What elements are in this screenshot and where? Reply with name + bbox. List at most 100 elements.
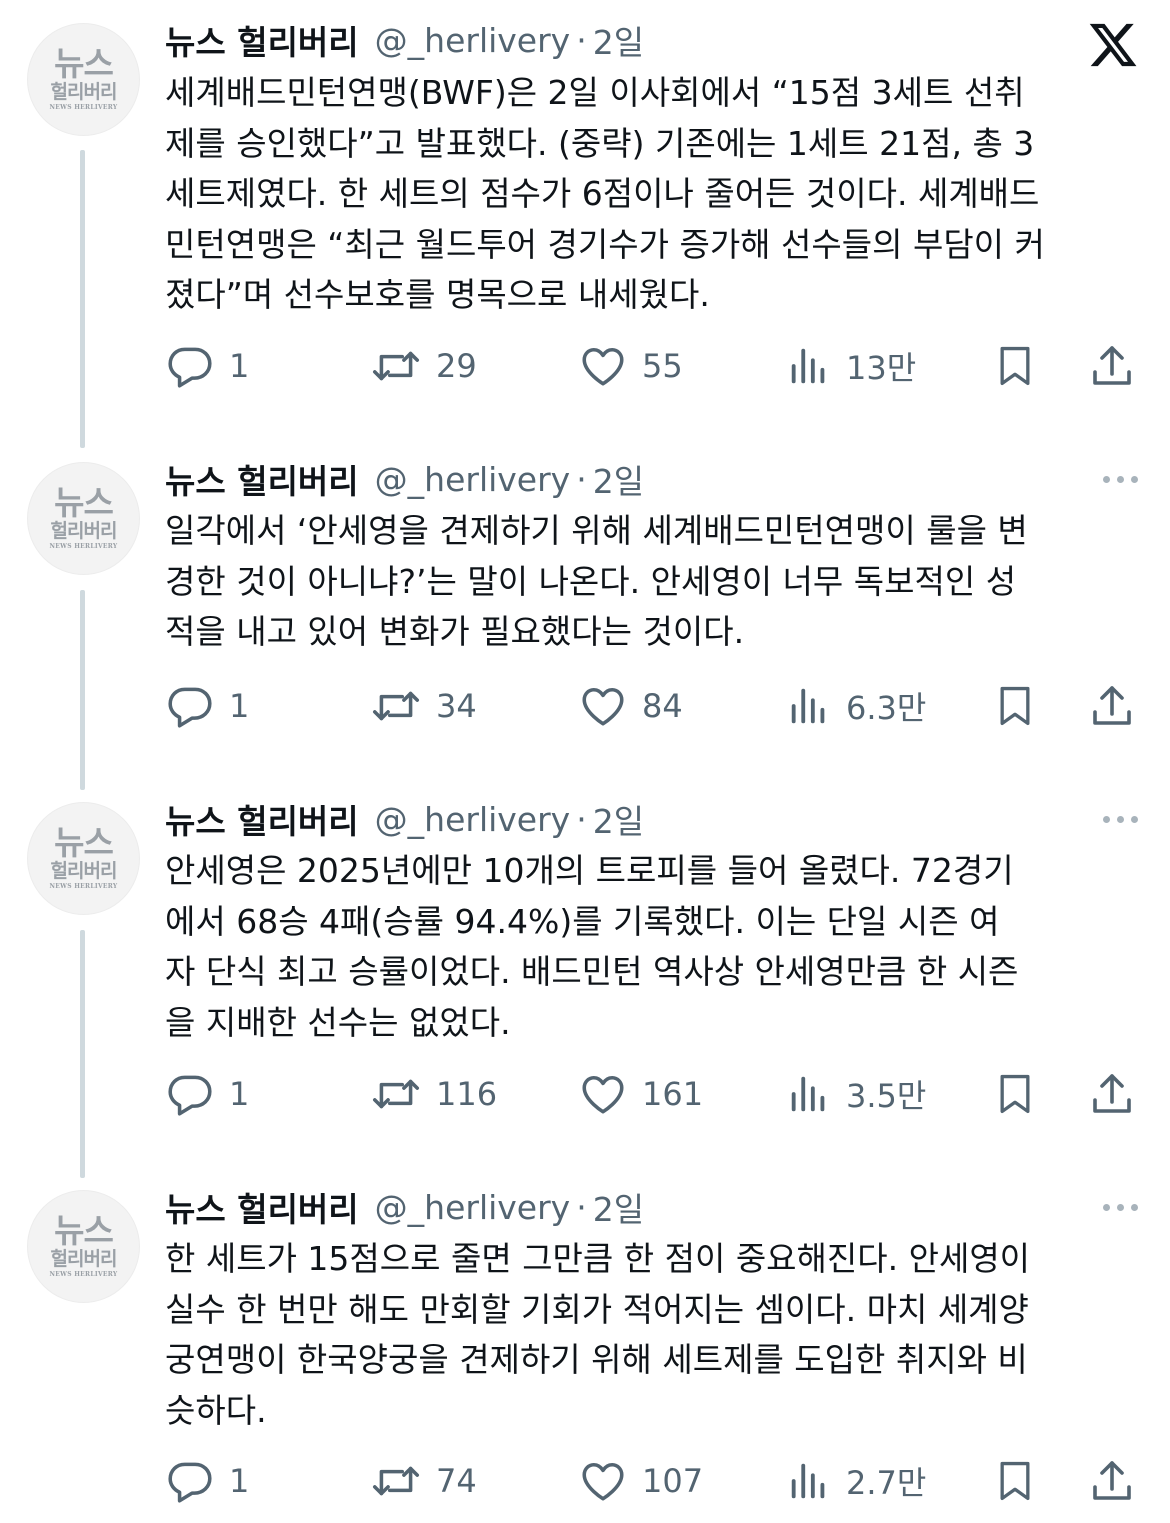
more-options-button[interactable] [1103,816,1138,823]
views-count: 6.3만 [846,689,927,727]
reply-icon [168,687,212,728]
reply-button[interactable]: 1 [165,341,249,391]
reply-count: 1 [229,687,250,725]
bookmark-button[interactable] [993,341,1037,391]
avatar[interactable]: 뉴스 헐리버리 NEWS HERLIVERY [27,23,140,136]
timestamp[interactable]: 2일 [593,16,644,64]
like-button[interactable]: 55 [578,341,683,391]
views-button[interactable]: 6.3만 [786,681,926,731]
action-bar: 1 74 107 2.7만 [0,1456,1170,1506]
more-icon [1131,816,1138,823]
like-button[interactable]: 161 [578,1069,703,1119]
heart-icon [582,347,624,386]
avatar-logo-text: NEWS HERLIVERY [49,882,118,890]
reply-button[interactable]: 1 [165,1456,249,1506]
like-count: 161 [642,1075,704,1113]
bookmark-button[interactable] [993,1456,1037,1506]
share-icon [1093,686,1131,725]
display-name[interactable]: 뉴스 헐리버리 [165,455,359,503]
like-count: 107 [642,1462,704,1500]
separator: · [576,459,587,499]
repost-button[interactable]: 74 [370,1456,477,1506]
more-icon [1103,476,1110,483]
bookmark-icon [1000,1461,1030,1501]
more-icon [1117,816,1124,823]
more-icon [1103,816,1110,823]
views-icon [791,688,825,724]
repost-icon [372,351,420,381]
bookmark-icon [1000,1074,1030,1114]
heart-icon [582,1462,624,1501]
tweet-header: 뉴스 헐리버리 @_herlivery · 2일 [165,1183,644,1231]
display-name[interactable]: 뉴스 헐리버리 [165,795,359,843]
more-icon [1131,476,1138,483]
bookmark-icon [1000,686,1030,726]
user-handle[interactable]: @_herlivery [375,800,571,839]
timestamp[interactable]: 2일 [593,795,644,843]
views-icon [791,1076,825,1112]
repost-button[interactable]: 29 [370,341,477,391]
repost-icon [372,691,420,721]
share-button[interactable] [1088,341,1136,391]
tweet[interactable]: 뉴스 헐리버리 NEWS HERLIVERY 뉴스 헐리버리 @_herlive… [0,440,1170,780]
timestamp[interactable]: 2일 [593,1183,644,1231]
reply-button[interactable]: 1 [165,1069,249,1119]
avatar-logo-text: 헐리버리 [50,80,118,103]
separator: · [576,1187,587,1227]
repost-count: 116 [436,1075,498,1113]
separator: · [576,20,587,60]
avatar-logo-text: 헐리버리 [50,859,118,882]
like-button[interactable]: 84 [578,681,683,731]
tweet-header: 뉴스 헐리버리 @_herlivery · 2일 [165,16,644,64]
reply-button[interactable]: 1 [165,681,249,731]
tweet-header: 뉴스 헐리버리 @_herlivery · 2일 [165,455,644,503]
avatar-logo-text: 뉴스 [54,1210,114,1250]
timestamp[interactable]: 2일 [593,455,644,503]
views-count: 2.7만 [846,1464,927,1502]
display-name[interactable]: 뉴스 헐리버리 [165,1183,359,1231]
tweet-text: 안세영은 2025년에만 10개의 트로피를 들어 올렸다. 72경기 에서 6… [165,851,1019,1042]
user-handle[interactable]: @_herlivery [375,460,571,499]
tweet[interactable]: 뉴스 헐리버리 NEWS HERLIVERY 뉴스 헐리버리 @_herlive… [0,0,1170,430]
tweet[interactable]: 뉴스 헐리버리 NEWS HERLIVERY 뉴스 헐리버리 @_herlive… [0,780,1170,1170]
repost-button[interactable]: 116 [370,1069,497,1119]
tweet-text: 일각에서 ‘안세영을 견제하기 위해 세계배드민턴연맹이 룰을 변 경한 것이 … [165,511,1028,651]
repost-count: 29 [436,347,477,385]
more-icon [1117,1204,1124,1211]
share-icon [1093,346,1131,385]
avatar-logo-text: 뉴스 [54,482,114,522]
share-icon [1093,1461,1131,1500]
views-button[interactable]: 2.7만 [786,1456,926,1506]
more-options-button[interactable] [1103,476,1138,483]
share-icon [1093,1074,1131,1113]
views-button[interactable]: 3.5만 [786,1069,926,1119]
repost-button[interactable]: 34 [370,681,477,731]
user-handle[interactable]: @_herlivery [375,1188,571,1227]
user-handle[interactable]: @_herlivery [375,21,571,60]
avatar[interactable]: 뉴스 헐리버리 NEWS HERLIVERY [27,462,140,575]
more-icon [1117,476,1124,483]
tweet[interactable]: 뉴스 헐리버리 NEWS HERLIVERY 뉴스 헐리버리 @_herlive… [0,1170,1170,1523]
heart-icon [582,1075,624,1114]
reply-icon [168,1462,212,1503]
share-button[interactable] [1088,1456,1136,1506]
tweet-text: 세계배드민턴연맹(BWF)은 2일 이사회에서 “15점 3세트 선취 제를 승… [165,73,1045,314]
share-button[interactable] [1088,1069,1136,1119]
reply-icon [168,347,212,388]
avatar[interactable]: 뉴스 헐리버리 NEWS HERLIVERY [27,802,140,915]
reply-count: 1 [229,1462,250,1500]
bookmark-button[interactable] [993,1069,1037,1119]
avatar-logo-text: 헐리버리 [50,519,118,542]
like-count: 55 [642,347,683,385]
share-button[interactable] [1088,681,1136,731]
heart-icon [582,687,624,726]
display-name[interactable]: 뉴스 헐리버리 [165,16,359,64]
views-count: 3.5만 [846,1077,927,1115]
views-button[interactable]: 13만 [786,341,916,391]
avatar[interactable]: 뉴스 헐리버리 NEWS HERLIVERY [27,1190,140,1303]
bookmark-button[interactable] [993,681,1037,731]
more-icon [1103,1204,1110,1211]
tweet-text: 한 세트가 15점으로 줄면 그만큼 한 점이 중요해진다. 안세영이 실수 한… [165,1239,1031,1430]
like-button[interactable]: 107 [578,1456,703,1506]
more-options-button[interactable] [1103,1204,1138,1211]
